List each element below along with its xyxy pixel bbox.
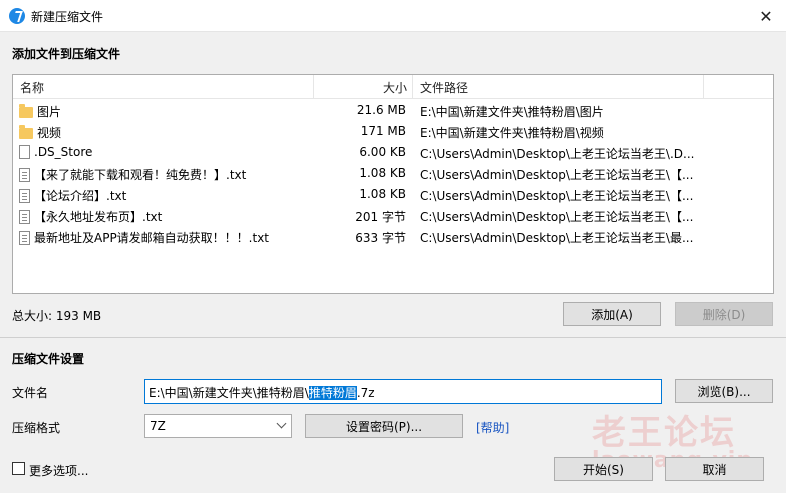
txt-file-icon — [19, 230, 30, 245]
file-name: 视频 — [37, 126, 62, 140]
filename-input[interactable]: E:\中国\新建文件夹\推特粉眉\推特粉眉.7z — [144, 379, 662, 404]
txt-file-icon — [19, 209, 30, 224]
ok-button[interactable]: 开始(S) — [554, 457, 653, 481]
file-size: 201 字节 — [355, 210, 406, 224]
filename-selection: 推特粉眉 — [308, 386, 357, 400]
file-size: 633 字节 — [355, 231, 406, 245]
file-path: C:\Users\Admin\Desktop\上老王论坛当老王\最... — [420, 231, 694, 245]
format-select[interactable]: 7Z — [144, 414, 292, 438]
folder-icon — [19, 124, 33, 139]
folder-icon — [19, 103, 33, 118]
add-section-title: 添加文件到压缩文件 — [12, 47, 121, 61]
section-divider — [0, 337, 786, 338]
watermark-line1: 老王论坛 — [592, 413, 736, 453]
file-path: E:\中国\新建文件夹\推特粉眉\图片 — [420, 105, 604, 119]
filename-suffix: .7z — [356, 386, 375, 400]
app-logo-icon — [9, 8, 25, 24]
add-button[interactable]: 添加(A) — [563, 302, 661, 326]
file-name: 【来了就能下载和观看！纯免费！】.txt — [34, 168, 247, 182]
set-password-button[interactable]: 设置密码(P)... — [305, 414, 463, 438]
table-row[interactable]: 【论坛介绍】.txt 1.08 KB C:\Users\Admin\Deskto… — [13, 184, 773, 205]
file-size: 171 MB — [360, 124, 406, 138]
column-header-size[interactable]: 大小 — [383, 79, 407, 96]
window-title: 新建压缩文件 — [31, 10, 104, 24]
table-row[interactable]: 【永久地址发布页】.txt 201 字节 C:\Users\Admin\Desk… — [13, 205, 773, 226]
browse-button[interactable]: 浏览(B)... — [675, 379, 773, 403]
column-separator[interactable] — [703, 75, 704, 98]
column-separator[interactable] — [313, 75, 314, 98]
more-options-label[interactable]: 更多选项... — [29, 462, 88, 479]
file-size: 6.00 KB — [359, 145, 406, 159]
file-path: E:\中国\新建文件夹\推特粉眉\视频 — [420, 126, 604, 140]
table-row[interactable]: 最新地址及APP请发邮箱自动获取！！！.txt 633 字节 C:\Users\… — [13, 226, 773, 247]
txt-file-icon — [19, 188, 30, 203]
file-name: 最新地址及APP请发邮箱自动获取！！！.txt — [34, 231, 270, 245]
more-options-checkbox[interactable] — [12, 462, 25, 475]
file-size: 1.08 KB — [359, 166, 406, 180]
title-bar: 新建压缩文件 ✕ — [0, 0, 786, 32]
column-separator[interactable] — [412, 75, 413, 98]
filename-label: 文件名 — [12, 386, 49, 400]
file-name: 图片 — [37, 105, 62, 119]
column-header-path[interactable]: 文件路径 — [420, 79, 468, 96]
filename-prefix: E:\中国\新建文件夹\推特粉眉\ — [149, 386, 309, 400]
file-path: C:\Users\Admin\Desktop\上老王论坛当老王\.D... — [420, 147, 695, 161]
chevron-down-icon — [276, 418, 287, 429]
close-icon[interactable]: ✕ — [746, 0, 786, 32]
table-row[interactable]: 视频 171 MB E:\中国\新建文件夹\推特粉眉\视频 — [13, 121, 773, 142]
file-list-header: 名称 大小 文件路径 — [13, 75, 773, 99]
table-row[interactable]: 【来了就能下载和观看！纯免费！】.txt 1.08 KB C:\Users\Ad… — [13, 163, 773, 184]
file-path: C:\Users\Admin\Desktop\上老王论坛当老王\【... — [420, 189, 694, 203]
table-row[interactable]: .DS_Store 6.00 KB C:\Users\Admin\Desktop… — [13, 142, 773, 163]
file-size: 21.6 MB — [356, 103, 406, 117]
format-value: 7Z — [150, 419, 166, 433]
file-path: C:\Users\Admin\Desktop\上老王论坛当老王\【... — [420, 168, 694, 182]
file-size: 1.08 KB — [359, 187, 406, 201]
delete-button[interactable]: 删除(D) — [675, 302, 773, 326]
table-row[interactable]: 图片 21.6 MB E:\中国\新建文件夹\推特粉眉\图片 — [13, 100, 773, 121]
format-label: 压缩格式 — [12, 421, 61, 435]
help-link[interactable]: [帮助] — [476, 419, 509, 436]
file-icon — [19, 145, 30, 159]
file-name: 【永久地址发布页】.txt — [34, 210, 163, 224]
file-name: .DS_Store — [34, 145, 93, 159]
file-name: 【论坛介绍】.txt — [34, 189, 127, 203]
settings-section-title: 压缩文件设置 — [12, 352, 85, 366]
txt-file-icon — [19, 167, 30, 182]
file-path: C:\Users\Admin\Desktop\上老王论坛当老王\【... — [420, 210, 694, 224]
column-header-name[interactable]: 名称 — [20, 79, 44, 96]
file-list[interactable]: 名称 大小 文件路径 图片 21.6 MB E:\中国\新建文件夹\推特粉眉\图… — [12, 74, 774, 294]
total-size-label: 总大小: 193 MB — [12, 309, 102, 323]
cancel-button[interactable]: 取消 — [665, 457, 764, 481]
